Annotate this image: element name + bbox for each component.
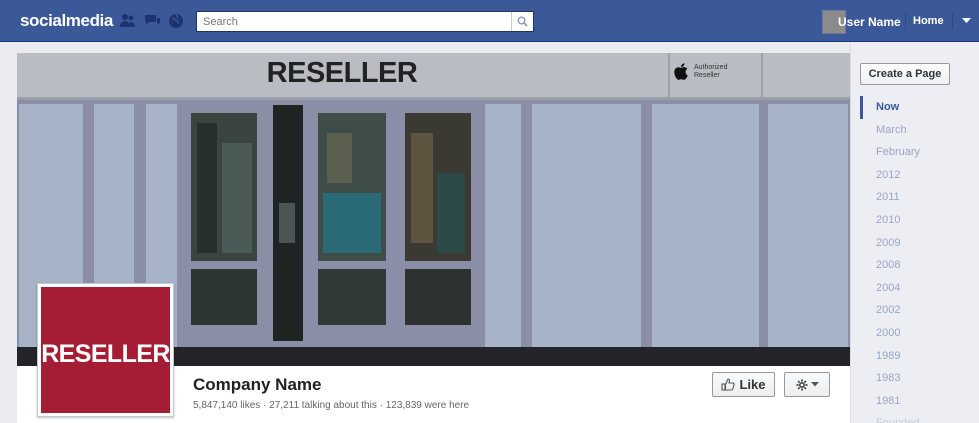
timeline-item-2008[interactable]: 2008 [860, 254, 970, 277]
apple-icon [674, 63, 688, 80]
timeline-item-1981[interactable]: 1981 [860, 390, 970, 413]
top-navigation-bar: socialmedia User Name Home [0, 0, 979, 42]
timeline-item-march[interactable]: March [860, 119, 970, 142]
notifications-icon[interactable] [167, 12, 185, 30]
page-options-button[interactable] [784, 372, 830, 397]
timeline-item-2004[interactable]: 2004 [860, 277, 970, 300]
friends-icon[interactable] [119, 12, 137, 30]
notification-jewels [119, 12, 185, 30]
timeline-item-2010[interactable]: 2010 [860, 209, 970, 232]
user-name-link[interactable]: User Name [838, 15, 901, 29]
home-link[interactable]: Home [913, 15, 944, 27]
nav-divider [952, 13, 953, 30]
timeline-item-2009[interactable]: 2009 [860, 232, 970, 255]
timeline-item-founded[interactable]: Founded [860, 412, 970, 423]
search-input[interactable] [197, 12, 497, 32]
account-menu-button[interactable] [958, 13, 974, 29]
badge-line-2: Reseller [694, 71, 720, 79]
badge-line-1: Authorized [694, 63, 728, 71]
like-button[interactable]: Like [712, 372, 775, 397]
brand-logo[interactable]: socialmedia [20, 11, 113, 31]
gear-icon [796, 379, 807, 390]
authorized-reseller-badge: Authorized Reseller [674, 63, 727, 80]
profile-picture-logo: RESELLER [41, 287, 170, 413]
profile-picture-text: RESELLER [41, 339, 170, 368]
dropdown-arrow-icon [961, 18, 971, 23]
search-button[interactable] [511, 12, 533, 31]
messages-icon[interactable] [143, 12, 161, 30]
timeline-item-february[interactable]: February [860, 141, 970, 164]
page-stats: 5,847,140 likes · 27,211 talking about t… [193, 400, 470, 411]
timeline-item-now[interactable]: Now [860, 96, 970, 119]
timeline-item-2012[interactable]: 2012 [860, 164, 970, 187]
search-field[interactable] [196, 11, 534, 32]
page-title[interactable]: Company Name [193, 375, 321, 395]
timeline-item-2000[interactable]: 2000 [860, 322, 970, 345]
timeline-item-2011[interactable]: 2011 [860, 186, 970, 209]
dropdown-arrow-icon [810, 382, 819, 387]
search-icon [517, 16, 528, 27]
thumbs-up-icon [721, 378, 736, 391]
create-page-button[interactable]: Create a Page [860, 63, 950, 85]
profile-picture[interactable]: RESELLER [37, 283, 174, 417]
like-button-label: Like [739, 377, 766, 392]
timeline-item-1989[interactable]: 1989 [860, 345, 970, 368]
nav-divider [905, 13, 906, 30]
timeline-item-1983[interactable]: 1983 [860, 367, 970, 390]
timeline-nav: Now March February 2012 2011 2010 2009 2… [860, 96, 970, 423]
timeline-item-2002[interactable]: 2002 [860, 299, 970, 322]
cover-sign-text: RESELLER [266, 57, 418, 89]
